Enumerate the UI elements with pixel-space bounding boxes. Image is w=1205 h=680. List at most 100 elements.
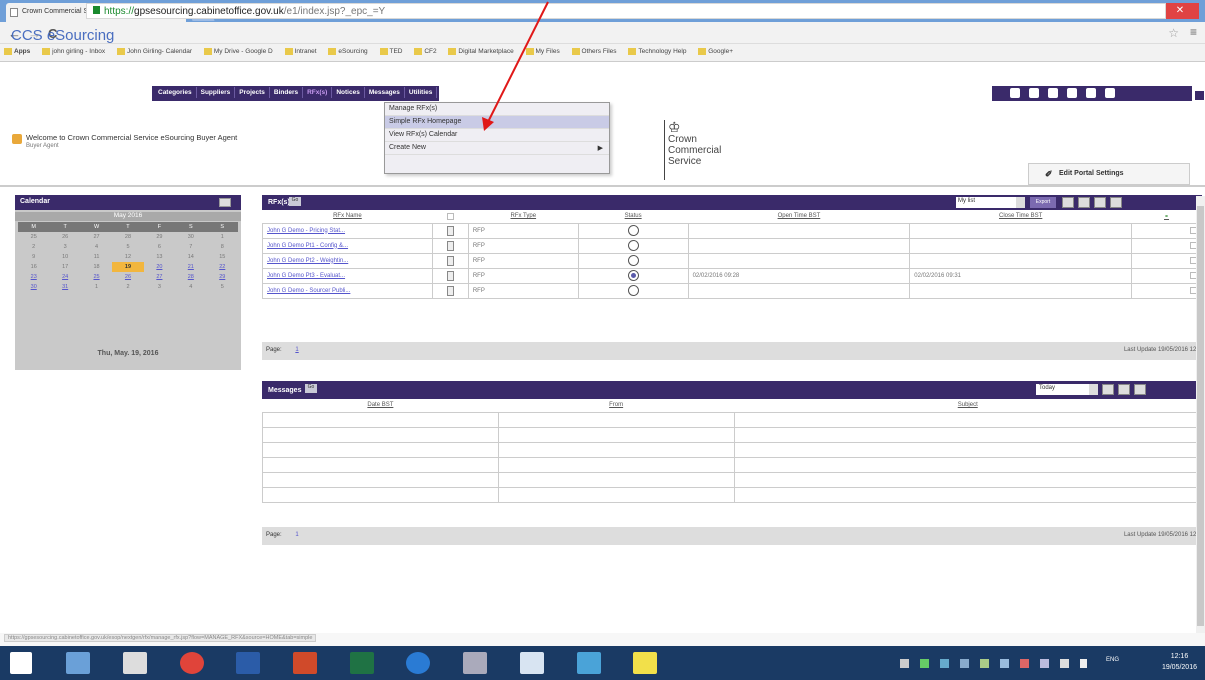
calendar-day[interactable]: 30	[175, 232, 206, 242]
calendar-day[interactable]: 11	[81, 252, 112, 262]
rfx-go-button[interactable]: Go	[289, 197, 301, 206]
list-icon[interactable]	[1067, 88, 1077, 98]
url-input[interactable]: https://gpsesourcing.cabinetoffice.gov.u…	[86, 3, 1166, 19]
bookmark-star-icon[interactable]: ☆	[1168, 26, 1179, 40]
status-radio[interactable]	[627, 225, 639, 236]
calendar-day[interactable]: 31	[49, 282, 80, 292]
calendar-day[interactable]: 5	[112, 242, 143, 252]
menu-item-simple-rfx-homepage[interactable]: Simple RFx Homepage	[385, 116, 609, 129]
document-icon[interactable]	[446, 270, 454, 281]
messages-filter-select[interactable]: Today	[1036, 384, 1089, 395]
calendar-day[interactable]: 3	[144, 282, 175, 292]
mail-app-icon[interactable]	[577, 652, 601, 674]
calendar-day[interactable]: 15	[207, 252, 238, 262]
nav-suppliers[interactable]: Suppliers	[197, 87, 236, 98]
calendar-day[interactable]: 5	[207, 282, 238, 292]
calendar-day[interactable]: 18	[81, 262, 112, 272]
calendar-day[interactable]: 25	[81, 272, 112, 282]
calendar-icon[interactable]	[1048, 88, 1058, 98]
calendar-month[interactable]: May 2016	[15, 212, 241, 221]
scrollbar-thumb[interactable]	[1197, 206, 1204, 626]
col-rfx-name[interactable]: RFx Name	[262, 210, 433, 224]
col-close-time[interactable]: Close Time BST	[909, 210, 1132, 224]
calendar-day[interactable]: 24	[49, 272, 80, 282]
calendar-day[interactable]: 7	[175, 242, 206, 252]
status-radio[interactable]	[627, 270, 639, 281]
calendar-day[interactable]: 4	[81, 242, 112, 252]
calculator-icon[interactable]	[123, 652, 147, 674]
calendar-day[interactable]: 27	[144, 272, 175, 282]
rfx-name-link[interactable]: John G Demo Pt1 - Config &...	[262, 237, 433, 254]
rfx-name-link[interactable]: John G Demo - Pricing Stat...	[262, 222, 433, 239]
mail-icon[interactable]	[1029, 88, 1039, 98]
bookmark-item[interactable]: Digital Marketplace	[448, 48, 514, 55]
messages-go-button[interactable]: Go	[305, 384, 317, 393]
chevron-down-icon[interactable]	[1089, 384, 1098, 395]
export-button[interactable]: Export	[1030, 197, 1056, 208]
tray-icon[interactable]	[960, 659, 969, 668]
calendar-day[interactable]: 28	[175, 272, 206, 282]
calendar-day[interactable]: 6	[144, 242, 175, 252]
bookmark-item[interactable]: Apps	[4, 48, 30, 55]
document-icon[interactable]	[446, 240, 454, 251]
refresh-icon[interactable]	[1118, 384, 1130, 395]
col-rfx-type[interactable]: RFx Type	[468, 210, 579, 224]
document-icon[interactable]	[446, 255, 454, 266]
browser-menu-icon[interactable]: ≡	[1190, 25, 1197, 39]
windows-start-icon[interactable]	[10, 652, 32, 674]
bookmark-item[interactable]: My Drive - Google D	[203, 48, 273, 55]
menu-item-view-rfx-calendar[interactable]: View RFx(s) Calendar	[385, 129, 609, 142]
nav-binders[interactable]: Binders	[270, 87, 304, 98]
edit-portal-settings-button[interactable]: ✐ Edit Portal Settings	[1028, 163, 1190, 185]
menu-item-manage-rfxs[interactable]: Manage RFx(s)	[385, 103, 609, 116]
bookmark-item[interactable]: My Files	[525, 48, 560, 55]
notepad-icon[interactable]	[520, 652, 544, 674]
tray-icon[interactable]	[1000, 659, 1009, 668]
popout-icon[interactable]	[1110, 197, 1122, 208]
collapse-icon[interactable]	[1195, 91, 1204, 100]
calendar-day[interactable]: 22	[207, 262, 238, 272]
calendar-day[interactable]: 19	[112, 262, 144, 272]
col-date[interactable]: Date BST	[262, 399, 499, 413]
calendar-day[interactable]: 29	[207, 272, 238, 282]
calendar-popout-icon[interactable]	[219, 198, 231, 207]
col-status[interactable]: Status	[578, 210, 689, 224]
col-from[interactable]: From	[498, 399, 734, 413]
chrome-icon[interactable]	[180, 652, 204, 674]
bookmark-item[interactable]: CF2	[414, 48, 437, 55]
status-radio[interactable]	[627, 255, 639, 266]
nav-utilities[interactable]: Utilities	[405, 87, 438, 98]
calendar-day[interactable]: 2	[112, 282, 143, 292]
rfx-name-link[interactable]: John G Demo Pt3 - Evaluat...	[262, 267, 433, 284]
calendar-day[interactable]: 1	[207, 232, 238, 242]
bookmark-item[interactable]: Others Files	[571, 48, 617, 55]
bookmark-item[interactable]: john girling - Inbox	[42, 48, 105, 55]
col-open-time[interactable]: Open Time BST	[688, 210, 910, 224]
rfx-name-link[interactable]: John G Demo Pt2 - Weightin...	[262, 252, 433, 269]
settings-icon[interactable]	[1062, 197, 1074, 208]
nav-notices[interactable]: Notices	[332, 87, 365, 98]
taskbar-clock[interactable]: 12:16 19/05/2016	[1162, 651, 1197, 673]
calendar-day[interactable]: 30	[18, 282, 49, 292]
calendar-day[interactable]: 27	[81, 232, 112, 242]
document-icon[interactable]	[446, 225, 454, 236]
keyboard-icon[interactable]	[900, 659, 909, 668]
app-icon[interactable]	[633, 652, 657, 674]
chevron-down-icon[interactable]	[1016, 197, 1025, 208]
app-logo[interactable]: CCS eSourcing	[11, 27, 114, 44]
popout-icon[interactable]	[1134, 384, 1146, 395]
excel-icon[interactable]	[350, 652, 374, 674]
bookmark-item[interactable]: eSourcing	[328, 48, 368, 55]
chart-icon[interactable]	[1105, 88, 1115, 98]
calendar-day[interactable]: 3	[49, 242, 80, 252]
refresh-icon[interactable]	[1094, 197, 1106, 208]
table-icon[interactable]	[1078, 197, 1090, 208]
powerpoint-icon[interactable]	[293, 652, 317, 674]
page-link[interactable]: 1	[295, 347, 298, 353]
close-window-button[interactable]: ✕	[1161, 3, 1199, 19]
volume-icon[interactable]	[1060, 659, 1069, 668]
bookmark-item[interactable]: Technology Help	[628, 48, 686, 55]
col-subject[interactable]: Subject	[734, 399, 1202, 413]
table-icon[interactable]	[1102, 384, 1114, 395]
calendar-day[interactable]: 26	[49, 232, 80, 242]
